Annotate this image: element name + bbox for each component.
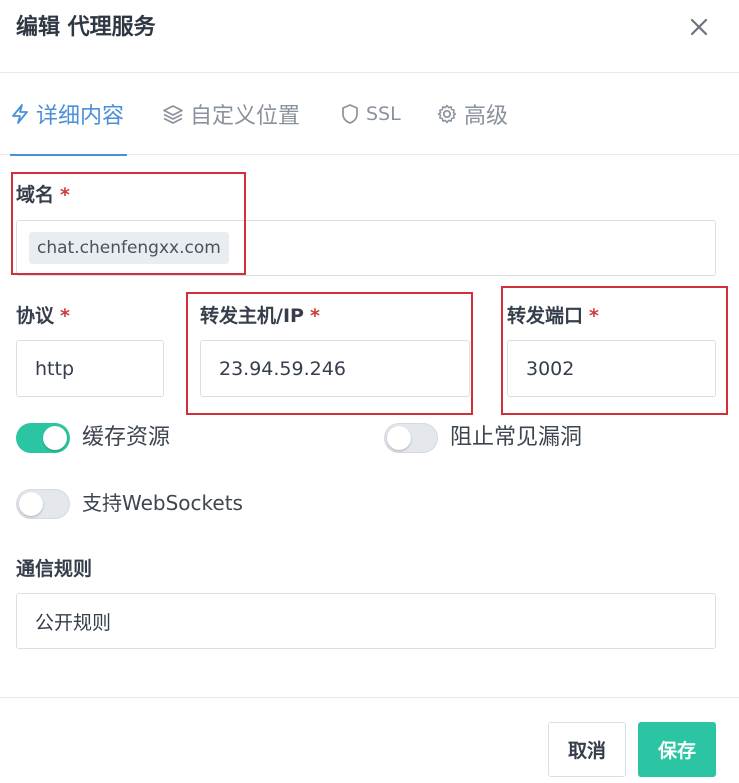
footer-divider bbox=[0, 697, 739, 698]
close-button[interactable] bbox=[686, 14, 712, 40]
scheme-label: 协议 * bbox=[16, 303, 70, 329]
access-list-label: 通信规则 bbox=[16, 558, 93, 580]
websockets-toggle[interactable] bbox=[16, 489, 70, 519]
tab-details[interactable]: 详细内容 bbox=[10, 96, 124, 132]
domain-highlight-box bbox=[11, 172, 246, 275]
scheme-label-text: 协议 bbox=[16, 305, 55, 327]
cache-assets-toggle[interactable] bbox=[16, 423, 70, 453]
cache-assets-label: 缓存资源 bbox=[82, 425, 171, 450]
bolt-icon bbox=[12, 104, 28, 124]
toggle-knob bbox=[19, 492, 43, 516]
toggle-knob bbox=[387, 426, 411, 450]
tab-label: 自定义位置 bbox=[190, 104, 301, 129]
cancel-button[interactable]: 取消 bbox=[548, 722, 626, 777]
required-mark: * bbox=[60, 305, 70, 327]
tab-label: SSL bbox=[366, 103, 401, 125]
forward-port-highlight-box bbox=[501, 286, 728, 415]
access-list-select[interactable]: 公开规则 bbox=[16, 593, 716, 649]
websockets-label: 支持WebSockets bbox=[82, 491, 243, 515]
tab-label: 高级 bbox=[464, 104, 509, 129]
forward-host-highlight-box bbox=[186, 292, 473, 415]
dialog-title: 编辑 代理服务 bbox=[16, 15, 156, 40]
shield-icon bbox=[342, 104, 358, 124]
scheme-select[interactable]: http bbox=[16, 340, 164, 397]
tab-custom-locations[interactable]: 自定义位置 bbox=[162, 96, 300, 132]
save-button[interactable]: 保存 bbox=[638, 722, 716, 777]
toggle-knob bbox=[43, 426, 67, 450]
block-exploits-toggle[interactable] bbox=[384, 423, 438, 453]
tab-advanced[interactable]: 高级 bbox=[436, 96, 508, 132]
close-icon bbox=[690, 18, 708, 36]
active-tab-indicator bbox=[10, 154, 127, 156]
gear-icon bbox=[437, 104, 457, 124]
layers-icon bbox=[163, 105, 183, 124]
block-exploits-label: 阻止常见漏洞 bbox=[450, 425, 583, 450]
scheme-value: http bbox=[35, 357, 75, 380]
access-list-value: 公开规则 bbox=[35, 611, 112, 634]
tab-label: 详细内容 bbox=[36, 104, 125, 129]
tab-ssl[interactable]: SSL bbox=[340, 96, 401, 132]
header-divider bbox=[0, 72, 739, 73]
